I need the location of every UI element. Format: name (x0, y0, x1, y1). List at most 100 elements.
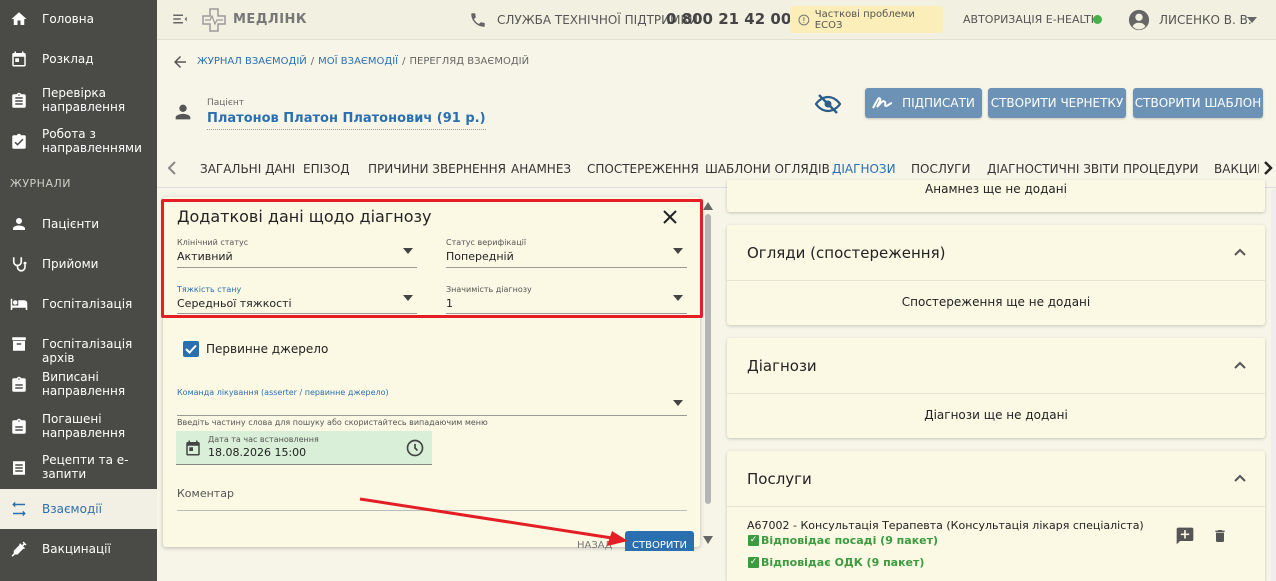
menu-collapse-icon[interactable] (171, 10, 189, 28)
sidebar-item-hospitalization-archive[interactable]: Госпіталізація архів (0, 333, 157, 365)
list-icon (13, 461, 25, 475)
home-icon (11, 12, 27, 25)
datetime-input[interactable]: Дата та час встановлення 18.08.2026 15:0… (176, 431, 432, 465)
tab-procedures[interactable]: ПРОЦЕДУРИ (1123, 162, 1199, 176)
patient-icon (175, 104, 191, 120)
warning-text: Часткові проблеми ЕСОЗ (814, 8, 915, 31)
sidebar-item-appointments[interactable]: Прийоми (0, 253, 157, 275)
tab-episode[interactable]: ЕПІЗОД (303, 162, 350, 176)
add-comment-icon[interactable] (1175, 526, 1195, 546)
sidebar-item-hospitalization[interactable]: Госпіталізація (0, 293, 157, 315)
tabs-scroll-right-icon[interactable] (1261, 160, 1275, 176)
sidebar-item-label: Головна (42, 12, 94, 26)
tab-anamnesis[interactable]: АНАМНЕЗ (511, 162, 571, 176)
auth-status-dot (1093, 15, 1102, 24)
service-check-text: Відповідає посаді (9 пакет) (761, 534, 939, 547)
tab-services[interactable]: ПОСЛУГИ (911, 162, 970, 176)
care-team-label: Команда лікування (asserter / первинне д… (177, 388, 389, 397)
breadcrumb-item-journal[interactable]: ЖУРНАЛ ВЗАЄМОДІЙ (197, 56, 307, 67)
scroll-down-icon[interactable] (703, 536, 713, 544)
chevron-up-icon[interactable] (1233, 247, 1247, 257)
avatar-icon[interactable] (1128, 9, 1150, 31)
anamnesis-card: Анамнез ще не додані (727, 180, 1265, 212)
tab-general[interactable]: ЗАГАЛЬНІ ДАНІ (200, 162, 295, 176)
datetime-value: 18.08.2026 15:00 (208, 446, 307, 459)
chevron-up-icon[interactable] (1233, 360, 1247, 370)
observations-empty-text: Спостереження ще не додані (901, 295, 1091, 309)
create-draft-label: СТВОРИТИ ЧЕРНЕТКУ (990, 96, 1124, 110)
breadcrumb-item-my-interactions[interactable]: МОЇ ВЗАЄМОДІЇ (318, 56, 398, 67)
scroll-up-icon[interactable] (703, 202, 713, 210)
chevron-up-icon[interactable] (1233, 473, 1247, 483)
clipboard-icon (12, 376, 26, 392)
tab-exam-templates[interactable]: ШАБЛОНИ ОГЛЯДІВ (705, 162, 830, 176)
clipboard-icon (12, 92, 26, 108)
create-button[interactable]: СТВОРИТИ (625, 531, 694, 551)
chevron-down-icon[interactable] (1246, 14, 1258, 26)
ecoz-warning-badge[interactable]: Часткові проблеми ЕСОЗ (790, 6, 943, 33)
patient-label: Пацієнт (207, 98, 244, 108)
calendar-icon[interactable] (184, 439, 202, 457)
comment-field[interactable]: Коментар (177, 487, 687, 511)
sidebar-item-label: Розклад (42, 52, 94, 66)
tab-reasons[interactable]: ПРИЧИНИ ЗВЕРНЕННЯ (368, 162, 506, 176)
clock-icon[interactable] (405, 438, 425, 458)
sidebar-item-label: Виписані направлення (42, 370, 126, 398)
back-arrow-icon[interactable] (171, 53, 189, 71)
dialog-scroll-thumb[interactable] (705, 214, 711, 504)
care-team-select[interactable]: Команда лікування (asserter / первинне д… (177, 388, 687, 416)
clipboard-check-icon (12, 133, 26, 149)
sidebar-item-label: Пацієнти (42, 217, 100, 231)
create-template-button[interactable]: СТВОРИТИ ШАБЛОН (1133, 88, 1263, 118)
sidebar-item-vaccinations[interactable]: Вакцинації (0, 538, 157, 560)
trash-icon[interactable] (1212, 527, 1228, 545)
sidebar-item-label: Госпіталізація (42, 297, 133, 311)
observations-card-header[interactable]: Огляди (спостереження) (727, 225, 1265, 281)
create-button-label: СТВОРИТИ (632, 540, 687, 551)
page-scrollbar[interactable] (1271, 190, 1276, 581)
anamnesis-empty-text: Анамнез ще не додані (925, 182, 1067, 196)
tab-diagnoses[interactable]: ДІАГНОЗИ (832, 162, 896, 176)
sidebar-item-referral-check[interactable]: Перевірка направлення (0, 86, 157, 116)
sidebar-item-referrals-work[interactable]: Робота з направленнями (0, 127, 157, 157)
sidebar-item-home[interactable]: Головна (0, 8, 157, 30)
sign-button[interactable]: ПІДПИСАТИ (865, 88, 982, 118)
datetime-label: Дата та час встановлення (208, 435, 319, 444)
tabs-scroll-left-icon[interactable] (165, 160, 179, 176)
phone-icon (471, 13, 485, 27)
sidebar-item-label: Рецепти та е-запити (42, 453, 129, 481)
sidebar-item-label: Взаємодії (42, 502, 102, 516)
sidebar-item-prescriptions[interactable]: Рецепти та е-запити (0, 453, 157, 483)
sidebar-item-label: Робота з направленнями (42, 127, 142, 155)
diagnoses-card-header[interactable]: Діагнози (727, 338, 1265, 394)
patient-name[interactable]: Платонов Платон Платонович (91 р.) (207, 111, 486, 130)
syringe-icon (11, 541, 27, 557)
ehealth-auth-label[interactable]: АВТОРИЗАЦІЯ E-HEALTH (963, 13, 1099, 26)
brand-name: МЕДЛІНК (233, 12, 308, 27)
checkmark-icon (185, 344, 197, 354)
care-team-hint: Введіть частину слова для пошуку або ско… (177, 418, 488, 427)
create-draft-button[interactable]: СТВОРИТИ ЧЕРНЕТКУ (988, 88, 1126, 118)
calendar-icon (12, 51, 26, 67)
breadcrumb-current: ПЕРЕГЛЯД ВЗАЄМОДІЙ (409, 56, 530, 67)
user-name[interactable]: ЛИСЕНКО В. В. (1159, 13, 1252, 27)
highlight-frame (161, 199, 703, 318)
sidebar-item-patients[interactable]: Пацієнти (0, 213, 157, 235)
tab-vaccines[interactable]: ВАКЦИН (1214, 162, 1259, 176)
sidebar-item-redeemed-referrals[interactable]: Погашені направлення (0, 412, 157, 442)
sidebar-item-interactions[interactable]: Взаємодії (0, 489, 157, 529)
hide-eye-icon[interactable] (814, 92, 842, 116)
diagnoses-empty-text: Діагнози ще не додані (924, 408, 1068, 422)
sidebar: Головна Розклад Перевірка направлення Ро… (0, 0, 157, 581)
diagnoses-title: Діагнози (747, 357, 817, 375)
sidebar-item-schedule[interactable]: Розклад (0, 48, 157, 70)
tab-observations[interactable]: СПОСТЕРЕЖЕННЯ (587, 162, 699, 176)
tab-diagnostic-reports[interactable]: ДІАГНОСТИЧНІ ЗВІТИ (987, 162, 1119, 176)
services-title: Послуги (747, 470, 812, 488)
check-box-icon: ✓ (748, 535, 759, 546)
sidebar-item-issued-referrals[interactable]: Виписані направлення (0, 370, 157, 400)
services-card-header[interactable]: Послуги (727, 451, 1265, 507)
primary-source-checkbox[interactable] (183, 341, 199, 357)
back-button[interactable]: НАЗАД (577, 540, 612, 551)
person-icon (13, 218, 25, 230)
